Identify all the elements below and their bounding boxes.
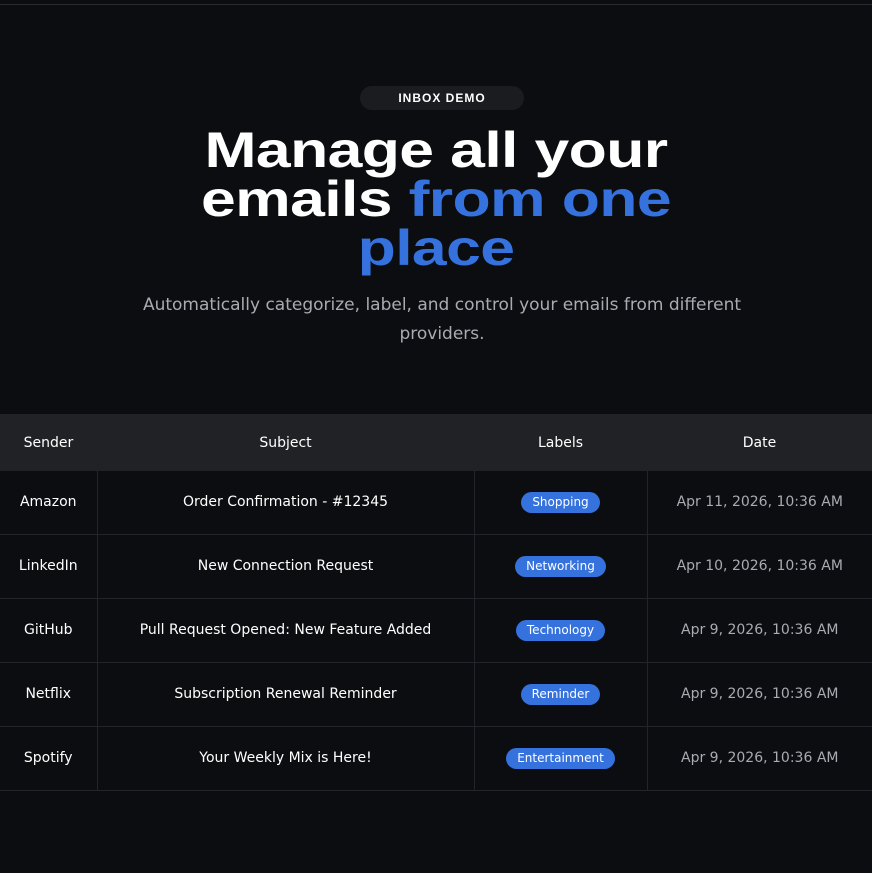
hero-headline: Manage all your emails from one place: [16, 125, 856, 276]
table-row[interactable]: LinkedIn New Connection Request Networki…: [0, 534, 872, 598]
subject-cell: Pull Request Opened: New Feature Added: [97, 598, 475, 662]
subject-cell: Your Weekly Mix is Here!: [97, 726, 475, 790]
sender-cell: LinkedIn: [0, 534, 98, 598]
label-badge[interactable]: Networking: [515, 555, 606, 577]
date-cell: Apr 11, 2026, 10:36 AM: [676, 494, 843, 511]
date-cell: Apr 9, 2026, 10:36 AM: [681, 686, 839, 702]
labels-cell: Networking: [474, 534, 648, 598]
date-cell: Apr 9, 2026, 10:36 AM: [681, 622, 839, 638]
page: INBOX DEMO Manage all your emails from o…: [0, 0, 872, 873]
table-row[interactable]: Netflix Subscription Renewal Reminder Re…: [0, 662, 872, 726]
table-row[interactable]: Amazon Order Confirmation - #12345 Shopp…: [0, 471, 872, 534]
label-badge[interactable]: Technology: [515, 619, 606, 641]
table-row[interactable]: GitHub Pull Request Opened: New Feature …: [0, 598, 872, 662]
sender-cell: Amazon: [0, 471, 98, 534]
labels-cell: Technology: [474, 598, 648, 662]
column-header-date[interactable]: Date: [647, 414, 872, 471]
column-header-labels[interactable]: Labels: [474, 414, 647, 471]
inbox-table: Sender Subject Labels Date Amazon Order …: [0, 414, 872, 791]
sender-cell: Spotify: [0, 726, 98, 790]
date-cell: Apr 10, 2026, 10:36 AM: [676, 558, 843, 574]
subject-cell: New Connection Request: [97, 534, 475, 598]
top-divider: [0, 4, 872, 5]
subject-cell: Order Confirmation - #12345: [97, 471, 475, 534]
sender-cell: GitHub: [0, 598, 98, 662]
labels-cell: Reminder: [474, 662, 648, 726]
column-header-sender[interactable]: Sender: [0, 414, 97, 471]
section-badge: INBOX DEMO: [360, 86, 524, 110]
subject-cell: Subscription Renewal Reminder: [97, 662, 475, 726]
date-cell: Apr 9, 2026, 10:36 AM: [681, 750, 839, 766]
table-header-row: Sender Subject Labels Date: [0, 414, 872, 471]
table-row[interactable]: Spotify Your Weekly Mix is Here! Enterta…: [0, 726, 872, 790]
table-header: Sender Subject Labels Date: [0, 414, 872, 471]
table-body: Amazon Order Confirmation - #12345 Shopp…: [0, 471, 872, 790]
headline-line-1: Manage all your: [204, 122, 668, 178]
label-badge[interactable]: Shopping: [521, 491, 600, 513]
label-badge[interactable]: Reminder: [520, 683, 601, 705]
labels-cell: Entertainment: [474, 726, 648, 790]
headline-line-3-accent: place: [357, 220, 515, 276]
headline-line-2-white: emails: [201, 171, 409, 227]
headline-line-2-accent: from one: [408, 171, 672, 227]
label-badge[interactable]: Entertainment: [506, 747, 615, 769]
labels-cell: Shopping: [474, 471, 648, 534]
column-header-subject[interactable]: Subject: [97, 414, 474, 471]
sender-cell: Netflix: [0, 662, 98, 726]
hero-subtitle: Automatically categorize, label, and con…: [142, 295, 742, 344]
